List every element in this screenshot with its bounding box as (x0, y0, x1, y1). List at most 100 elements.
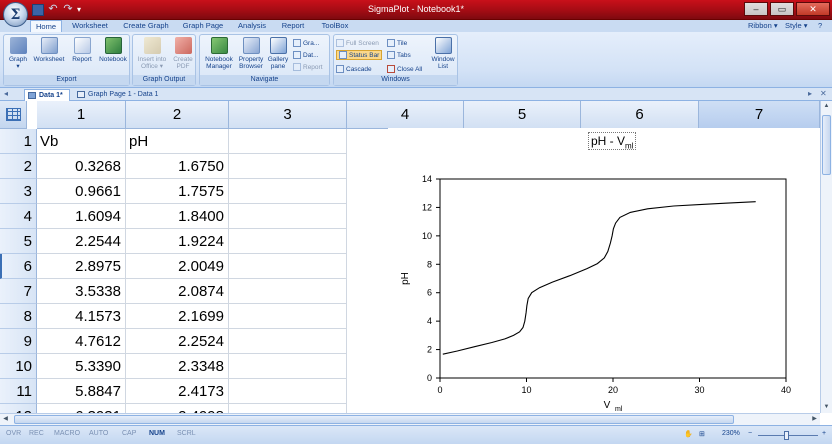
tab-report[interactable]: Report (278, 20, 308, 32)
row-header[interactable]: 7 (0, 279, 37, 304)
data-cell[interactable]: 2.2544 (37, 229, 126, 254)
row-header[interactable]: 2 (0, 154, 37, 179)
data-cell[interactable]: 2.1699 (126, 304, 229, 329)
property-browser-button[interactable]: Property Browser (237, 37, 265, 70)
row-header[interactable]: 8 (0, 304, 37, 329)
cascade-button[interactable]: Cascade (336, 64, 372, 74)
data-cell[interactable]: 4.7612 (37, 329, 126, 354)
empty-cell[interactable] (229, 404, 347, 413)
zoom-mode-icon[interactable]: ⊞ (699, 430, 705, 438)
data-cell[interactable]: 0.3268 (37, 154, 126, 179)
data-nav-button[interactable]: Dat... (293, 50, 319, 60)
row-header[interactable]: 4 (0, 204, 37, 229)
graph-page[interactable]: 0 10 20 30 40 0 2 4 6 8 10 12 14 pH Vml (388, 128, 820, 413)
column-header-5[interactable]: 5 (464, 101, 581, 129)
row-header[interactable]: 10 (0, 354, 37, 379)
full-screen-button[interactable]: Full Screen (336, 38, 379, 48)
scroll-down-icon[interactable]: ▼ (822, 402, 831, 413)
scroll-right-icon[interactable]: ▶ (809, 415, 820, 424)
scroll-up-icon[interactable]: ▲ (822, 101, 831, 112)
data-cell[interactable]: 1.8400 (126, 204, 229, 229)
tab-worksheet[interactable]: Worksheet (68, 20, 112, 32)
data-cell[interactable]: 2.3348 (126, 354, 229, 379)
hand-tool-icon[interactable]: ✋ (684, 430, 693, 438)
report-nav-button[interactable]: Report (293, 62, 323, 72)
tab-toolbox[interactable]: ToolBox (316, 20, 354, 32)
data-cell[interactable]: 1.6750 (126, 154, 229, 179)
tab-data-1[interactable]: Data 1* (24, 89, 70, 101)
data-cell[interactable]: 1.6094 (37, 204, 126, 229)
scroll-left-icon[interactable]: ◀ (0, 415, 11, 424)
data-cell[interactable]: 1.7575 (126, 179, 229, 204)
data-cell[interactable]: 0.9661 (37, 179, 126, 204)
data-cell[interactable]: 5.8847 (37, 379, 126, 404)
horizontal-scroll-thumb[interactable] (14, 415, 734, 424)
zoom-out-button[interactable]: − (748, 430, 752, 437)
select-all-corner[interactable] (0, 101, 27, 129)
export-notebook-button[interactable]: Notebook (96, 37, 130, 63)
tab-home[interactable]: Home (30, 20, 62, 32)
tab-analysis[interactable]: Analysis (234, 20, 270, 32)
empty-cell[interactable] (229, 129, 347, 154)
empty-cell[interactable] (229, 154, 347, 179)
minimize-button[interactable]: – (744, 2, 768, 16)
maximize-button[interactable]: ▭ (770, 2, 794, 16)
zoom-in-button[interactable]: + (822, 430, 826, 437)
data-cell[interactable]: 1.9224 (126, 229, 229, 254)
column-header-3[interactable]: 3 (229, 101, 347, 129)
data-cell[interactable]: 6.3931 (37, 404, 126, 413)
ribbon-menu[interactable]: Ribbon ▾ (748, 20, 778, 32)
empty-cell[interactable] (229, 179, 347, 204)
empty-cell[interactable] (229, 229, 347, 254)
tab-create-graph[interactable]: Create Graph (120, 20, 172, 32)
notebook-manager-button[interactable]: Notebook Manager (202, 37, 236, 70)
horizontal-scrollbar[interactable]: ◀ ▶ (0, 413, 820, 425)
vertical-scrollbar[interactable]: ▲ ▼ (820, 101, 832, 413)
export-report-button[interactable]: Report (69, 37, 95, 63)
ph-titration-chart[interactable]: 0 10 20 30 40 0 2 4 6 8 10 12 14 pH V ml (388, 128, 820, 413)
data-cell[interactable]: 2.4173 (126, 379, 229, 404)
tile-button[interactable]: Tile (387, 38, 407, 48)
create-pdf-button[interactable]: Create PDF (171, 37, 195, 70)
tabs-toggle[interactable]: Tabs (387, 50, 411, 60)
column-header-6[interactable]: 6 (581, 101, 699, 129)
empty-cell[interactable] (229, 354, 347, 379)
window-list-button[interactable]: Window List (430, 37, 456, 70)
row-header[interactable]: 11 (0, 379, 37, 404)
graph-nav-button[interactable]: Gra... (293, 38, 319, 48)
tab-graph-page[interactable]: Graph Page (180, 20, 226, 32)
data-cell[interactable]: 2.8975 (37, 254, 126, 279)
row-header[interactable]: 1 (0, 129, 37, 154)
data-cell[interactable]: 2.0874 (126, 279, 229, 304)
data-cell[interactable]: 5.3390 (37, 354, 126, 379)
graph-title[interactable]: pH - Vml (588, 132, 637, 150)
empty-cell[interactable] (229, 304, 347, 329)
column-header-4[interactable]: 4 (347, 101, 464, 129)
tabs-scroll-right-icon[interactable]: ▸ (808, 89, 812, 98)
empty-cell[interactable] (229, 329, 347, 354)
row-header[interactable]: 12 (0, 404, 37, 413)
data-cell[interactable]: 4.1573 (37, 304, 126, 329)
column-header-7[interactable]: 7 (699, 101, 820, 129)
app-menu-button[interactable]: Σ (3, 2, 28, 27)
data-cell[interactable]: 2.4998 (126, 404, 229, 413)
gallery-pane-button[interactable]: Gallery pane (266, 37, 290, 70)
row-header[interactable]: 3 (0, 179, 37, 204)
export-graph-button[interactable]: Graph ▾ (6, 37, 30, 70)
insert-into-office-button[interactable]: Insert into Office ▾ (135, 37, 169, 70)
row-header[interactable]: 9 (0, 329, 37, 354)
data-cell[interactable]: 3.5338 (37, 279, 126, 304)
tab-graph-page-1[interactable]: Graph Page 1 - Data 1 (74, 89, 164, 101)
column-title-cell[interactable]: Vb (37, 129, 126, 154)
help-button[interactable]: ? (818, 20, 822, 32)
vertical-scroll-thumb[interactable] (822, 115, 831, 175)
close-all-button[interactable]: Close All (387, 64, 422, 74)
close-button[interactable]: ✕ (796, 2, 830, 16)
column-header-1[interactable]: 1 (37, 101, 126, 129)
export-worksheet-button[interactable]: Worksheet (31, 37, 67, 63)
data-cell[interactable]: 2.0049 (126, 254, 229, 279)
row-header[interactable]: 5 (0, 229, 37, 254)
close-tab-icon[interactable]: ✕ (820, 89, 827, 98)
column-title-cell[interactable]: pH (126, 129, 229, 154)
empty-cell[interactable] (229, 279, 347, 304)
